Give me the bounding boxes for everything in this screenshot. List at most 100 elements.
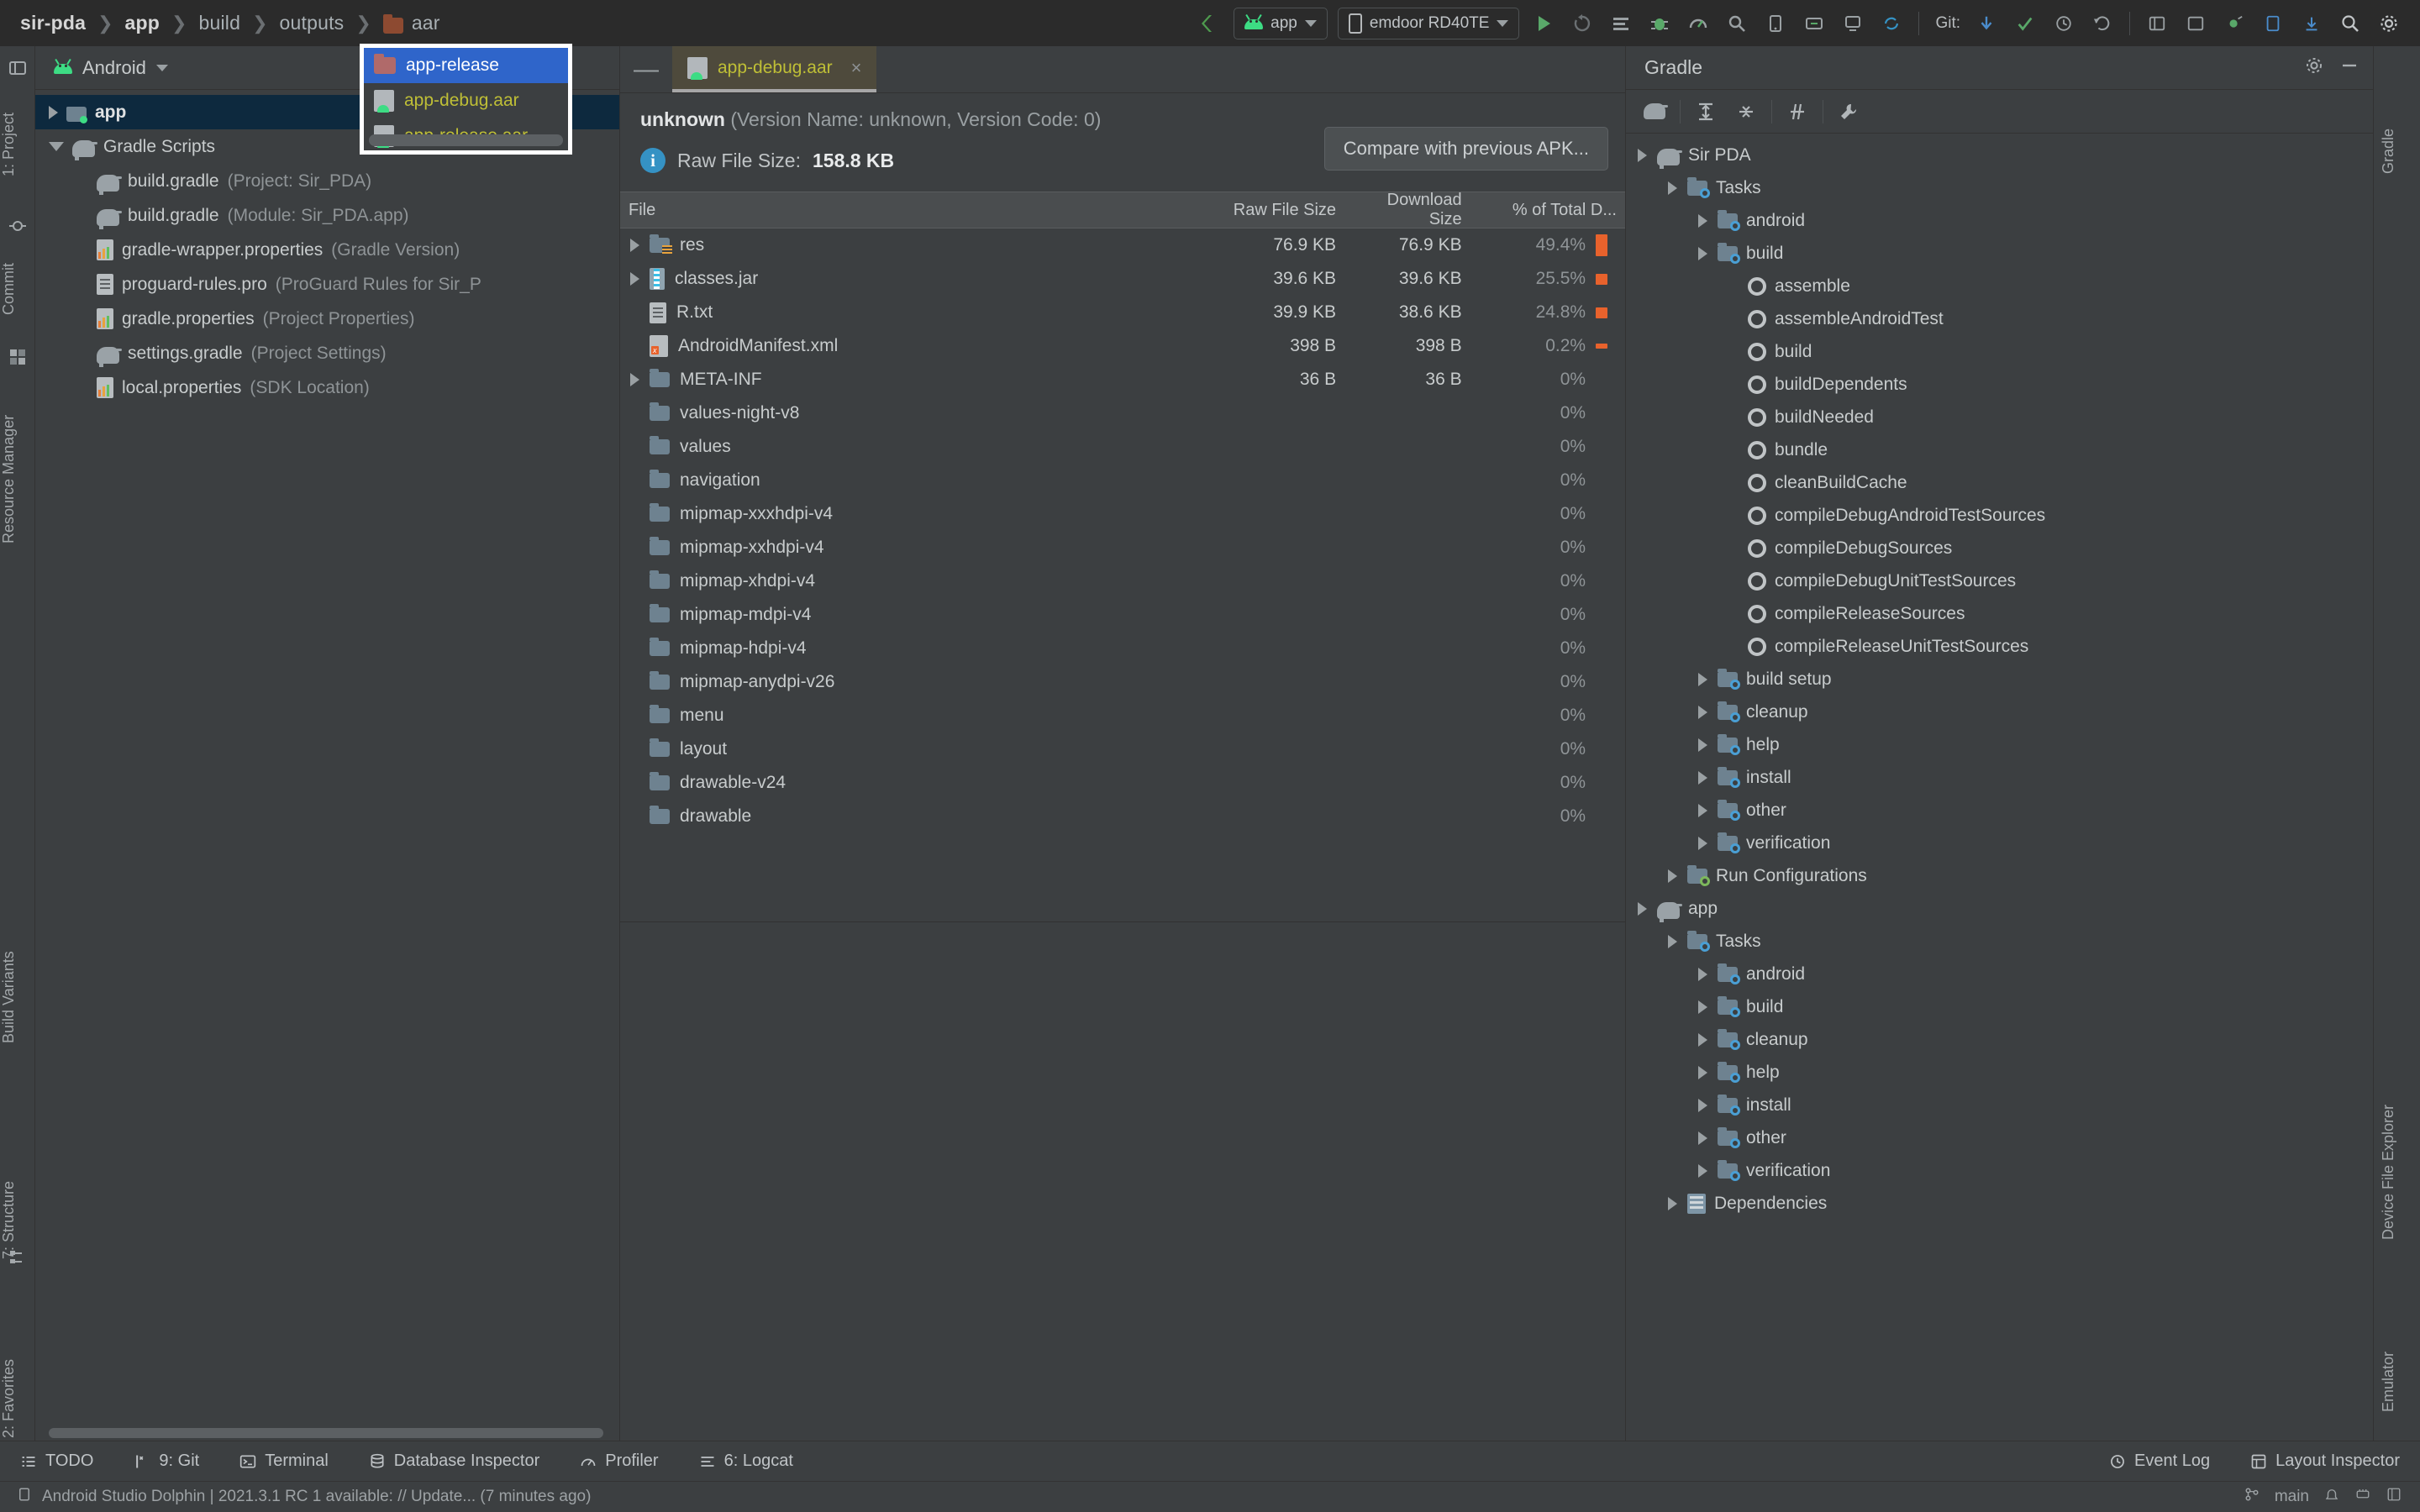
gradle-tree-row[interactable]: compileReleaseUnitTestSources	[1626, 630, 2373, 663]
project-tree-row[interactable]: build.gradle (Project: Sir_PDA)	[35, 164, 619, 198]
device-manager-icon[interactable]	[1759, 7, 1792, 40]
project-tree-row[interactable]: settings.gradle (Project Settings)	[35, 336, 619, 370]
table-row[interactable]: mipmap-mdpi-v4 0%	[620, 598, 1625, 632]
make-project-icon[interactable]	[1192, 7, 1226, 40]
layout-editor-icon[interactable]	[2179, 7, 2212, 40]
popup-item-app-release[interactable]: app-release	[364, 48, 568, 83]
git-rollback-icon[interactable]	[2086, 7, 2119, 40]
breadcrumb-item-1[interactable]: app	[125, 12, 160, 34]
table-row[interactable]: mipmap-hdpi-v4 0%	[620, 632, 1625, 665]
editor-tab-app-debug-aar[interactable]: app-debug.aar ×	[672, 46, 877, 92]
project-tree-row[interactable]: proguard-rules.pro (ProGuard Rules for Si…	[35, 267, 619, 302]
commit-icon[interactable]	[8, 216, 28, 236]
gradle-tree-row[interactable]: assemble	[1626, 270, 2373, 302]
chevron-right-icon[interactable]	[1698, 672, 1707, 686]
chevron-right-icon[interactable]	[1698, 1000, 1707, 1014]
chevron-down-icon[interactable]	[1668, 934, 1677, 948]
chevron-right-icon[interactable]	[1698, 967, 1707, 981]
table-row[interactable]: values 0%	[620, 430, 1625, 464]
avd-manager-icon[interactable]	[1836, 7, 1870, 40]
gradle-tree-row[interactable]: verification	[1626, 827, 2373, 859]
settings-icon[interactable]	[2304, 55, 2324, 81]
git-commit-icon[interactable]	[2008, 7, 2042, 40]
tool-window-todo[interactable]: TODO	[0, 1441, 113, 1481]
gradle-tree-row[interactable]: build setup	[1626, 663, 2373, 696]
table-row[interactable]: layout 0%	[620, 732, 1625, 766]
gradle-tree-row[interactable]: Tasks	[1626, 925, 2373, 958]
chevron-down-icon[interactable]	[1698, 246, 1707, 260]
tool-window-logcat[interactable]: 6: Logcat	[679, 1441, 813, 1481]
minimize-icon[interactable]	[2339, 55, 2360, 81]
attach-debugger-icon[interactable]	[2217, 7, 2251, 40]
sidebar-item-emulator[interactable]: Emulator	[2380, 1306, 2415, 1457]
git-history-icon[interactable]	[2047, 7, 2081, 40]
gradle-tree-row[interactable]: Tasks	[1626, 171, 2373, 204]
gradle-tree-row[interactable]: Run Configurations	[1626, 859, 2373, 892]
download-icon[interactable]	[2295, 7, 2328, 40]
run-icon[interactable]	[1527, 7, 1560, 40]
chevron-right-icon[interactable]	[1698, 213, 1707, 228]
profile-icon[interactable]	[1681, 7, 1715, 40]
project-icon[interactable]	[8, 58, 28, 78]
column-header-raw-size[interactable]: Raw File Size	[1198, 201, 1344, 220]
chevron-right-icon[interactable]	[1668, 869, 1677, 883]
git-branch-label[interactable]: main	[2275, 1488, 2309, 1506]
gradle-settings-icon[interactable]	[1828, 95, 1869, 129]
gradle-tree-row[interactable]: cleanBuildCache	[1626, 466, 2373, 499]
table-row[interactable]: x AndroidManifest.xml 398 B 398 B 0.2%	[620, 329, 1625, 363]
chevron-right-icon[interactable]	[1698, 770, 1707, 785]
gradle-tree-row[interactable]: compileDebugSources	[1626, 532, 2373, 564]
sidebar-item-resource-manager[interactable]: Resource Manager	[0, 372, 35, 586]
layout-toggle-icon[interactable]	[2386, 1487, 2402, 1507]
analyze-icon[interactable]	[1720, 7, 1754, 40]
table-row[interactable]: classes.jar 39.6 KB 39.6 KB 25.5%	[620, 262, 1625, 296]
gradle-tree-row[interactable]: assembleAndroidTest	[1626, 302, 2373, 335]
chevron-right-icon[interactable]	[1698, 1163, 1707, 1178]
popup-item-app-debug-aar[interactable]: app-debug.aar	[364, 83, 568, 118]
gradle-tree-row[interactable]: compileReleaseSources	[1626, 597, 2373, 630]
gradle-tree-row[interactable]: buildDependents	[1626, 368, 2373, 401]
project-structure-icon[interactable]	[2140, 7, 2174, 40]
tool-window-database-inspector[interactable]: Database Inspector	[349, 1441, 560, 1481]
project-tree-row[interactable]: gradle.properties (Project Properties)	[35, 302, 619, 336]
breadcrumb-item-0[interactable]: sir-pda	[20, 12, 86, 34]
chevron-right-icon[interactable]	[1668, 1196, 1677, 1210]
project-tree-row[interactable]: build.gradle (Module: Sir_PDA.app)	[35, 198, 619, 233]
project-tree-row[interactable]: gradle-wrapper.properties (Gradle Version…	[35, 233, 619, 267]
compare-with-previous-apk-button[interactable]: Compare with previous APK...	[1323, 127, 1608, 171]
table-row[interactable]: values-night-v8 0%	[620, 396, 1625, 430]
gradle-tree-row[interactable]: cleanup	[1626, 696, 2373, 728]
git-update-icon[interactable]	[1970, 7, 2003, 40]
sidebar-item-gradle[interactable]: Gradle	[2380, 88, 2415, 214]
column-header-download-size[interactable]: Download Size	[1344, 191, 1470, 229]
chevron-right-icon[interactable]	[1698, 1131, 1707, 1145]
gradle-tree-row[interactable]: build	[1626, 237, 2373, 270]
gradle-tree-row[interactable]: Sir PDA	[1626, 139, 2373, 171]
sidebar-item-device-file-explorer[interactable]: Device File Explorer	[2380, 1054, 2415, 1289]
tool-window-profiler[interactable]: Profiler	[560, 1441, 678, 1481]
table-row[interactable]: META-INF 36 B 36 B 0%	[620, 363, 1625, 396]
chevron-right-icon[interactable]	[630, 239, 639, 252]
sidebar-item-structure[interactable]: 7: Structure	[0, 1147, 35, 1294]
gradle-tree-row[interactable]: compileDebugAndroidTestSources	[1626, 499, 2373, 532]
device-chip[interactable]: emdoor RD40TE	[1337, 7, 1520, 39]
sdk-manager-icon[interactable]	[1797, 7, 1831, 40]
chevron-right-icon[interactable]	[1698, 1098, 1707, 1112]
hide-panel-icon[interactable]: —	[620, 46, 672, 92]
sidebar-item-project[interactable]: 1: Project	[0, 81, 35, 207]
gradle-tree-row[interactable]: help	[1626, 1056, 2373, 1089]
search-icon[interactable]	[2333, 7, 2367, 40]
chevron-down-icon[interactable]	[1638, 148, 1647, 162]
tool-window-git[interactable]: 9: Git	[113, 1441, 219, 1481]
chevron-down-icon[interactable]	[1638, 901, 1647, 916]
toggle-offline-icon[interactable]	[1777, 95, 1818, 129]
gradle-tree-row[interactable]: build	[1626, 335, 2373, 368]
status-message[interactable]: Android Studio Dolphin | 2021.3.1 RC 1 a…	[42, 1488, 591, 1506]
build-config-chip[interactable]: app	[1234, 7, 1328, 39]
sidebar-item-commit[interactable]: Commit	[0, 241, 35, 338]
debug-icon[interactable]	[1643, 7, 1676, 40]
settings-icon[interactable]	[2372, 7, 2406, 40]
sync-project-icon[interactable]	[1875, 7, 1908, 40]
breadcrumb-item-4[interactable]: aar	[412, 12, 440, 34]
table-row[interactable]: menu 0%	[620, 699, 1625, 732]
